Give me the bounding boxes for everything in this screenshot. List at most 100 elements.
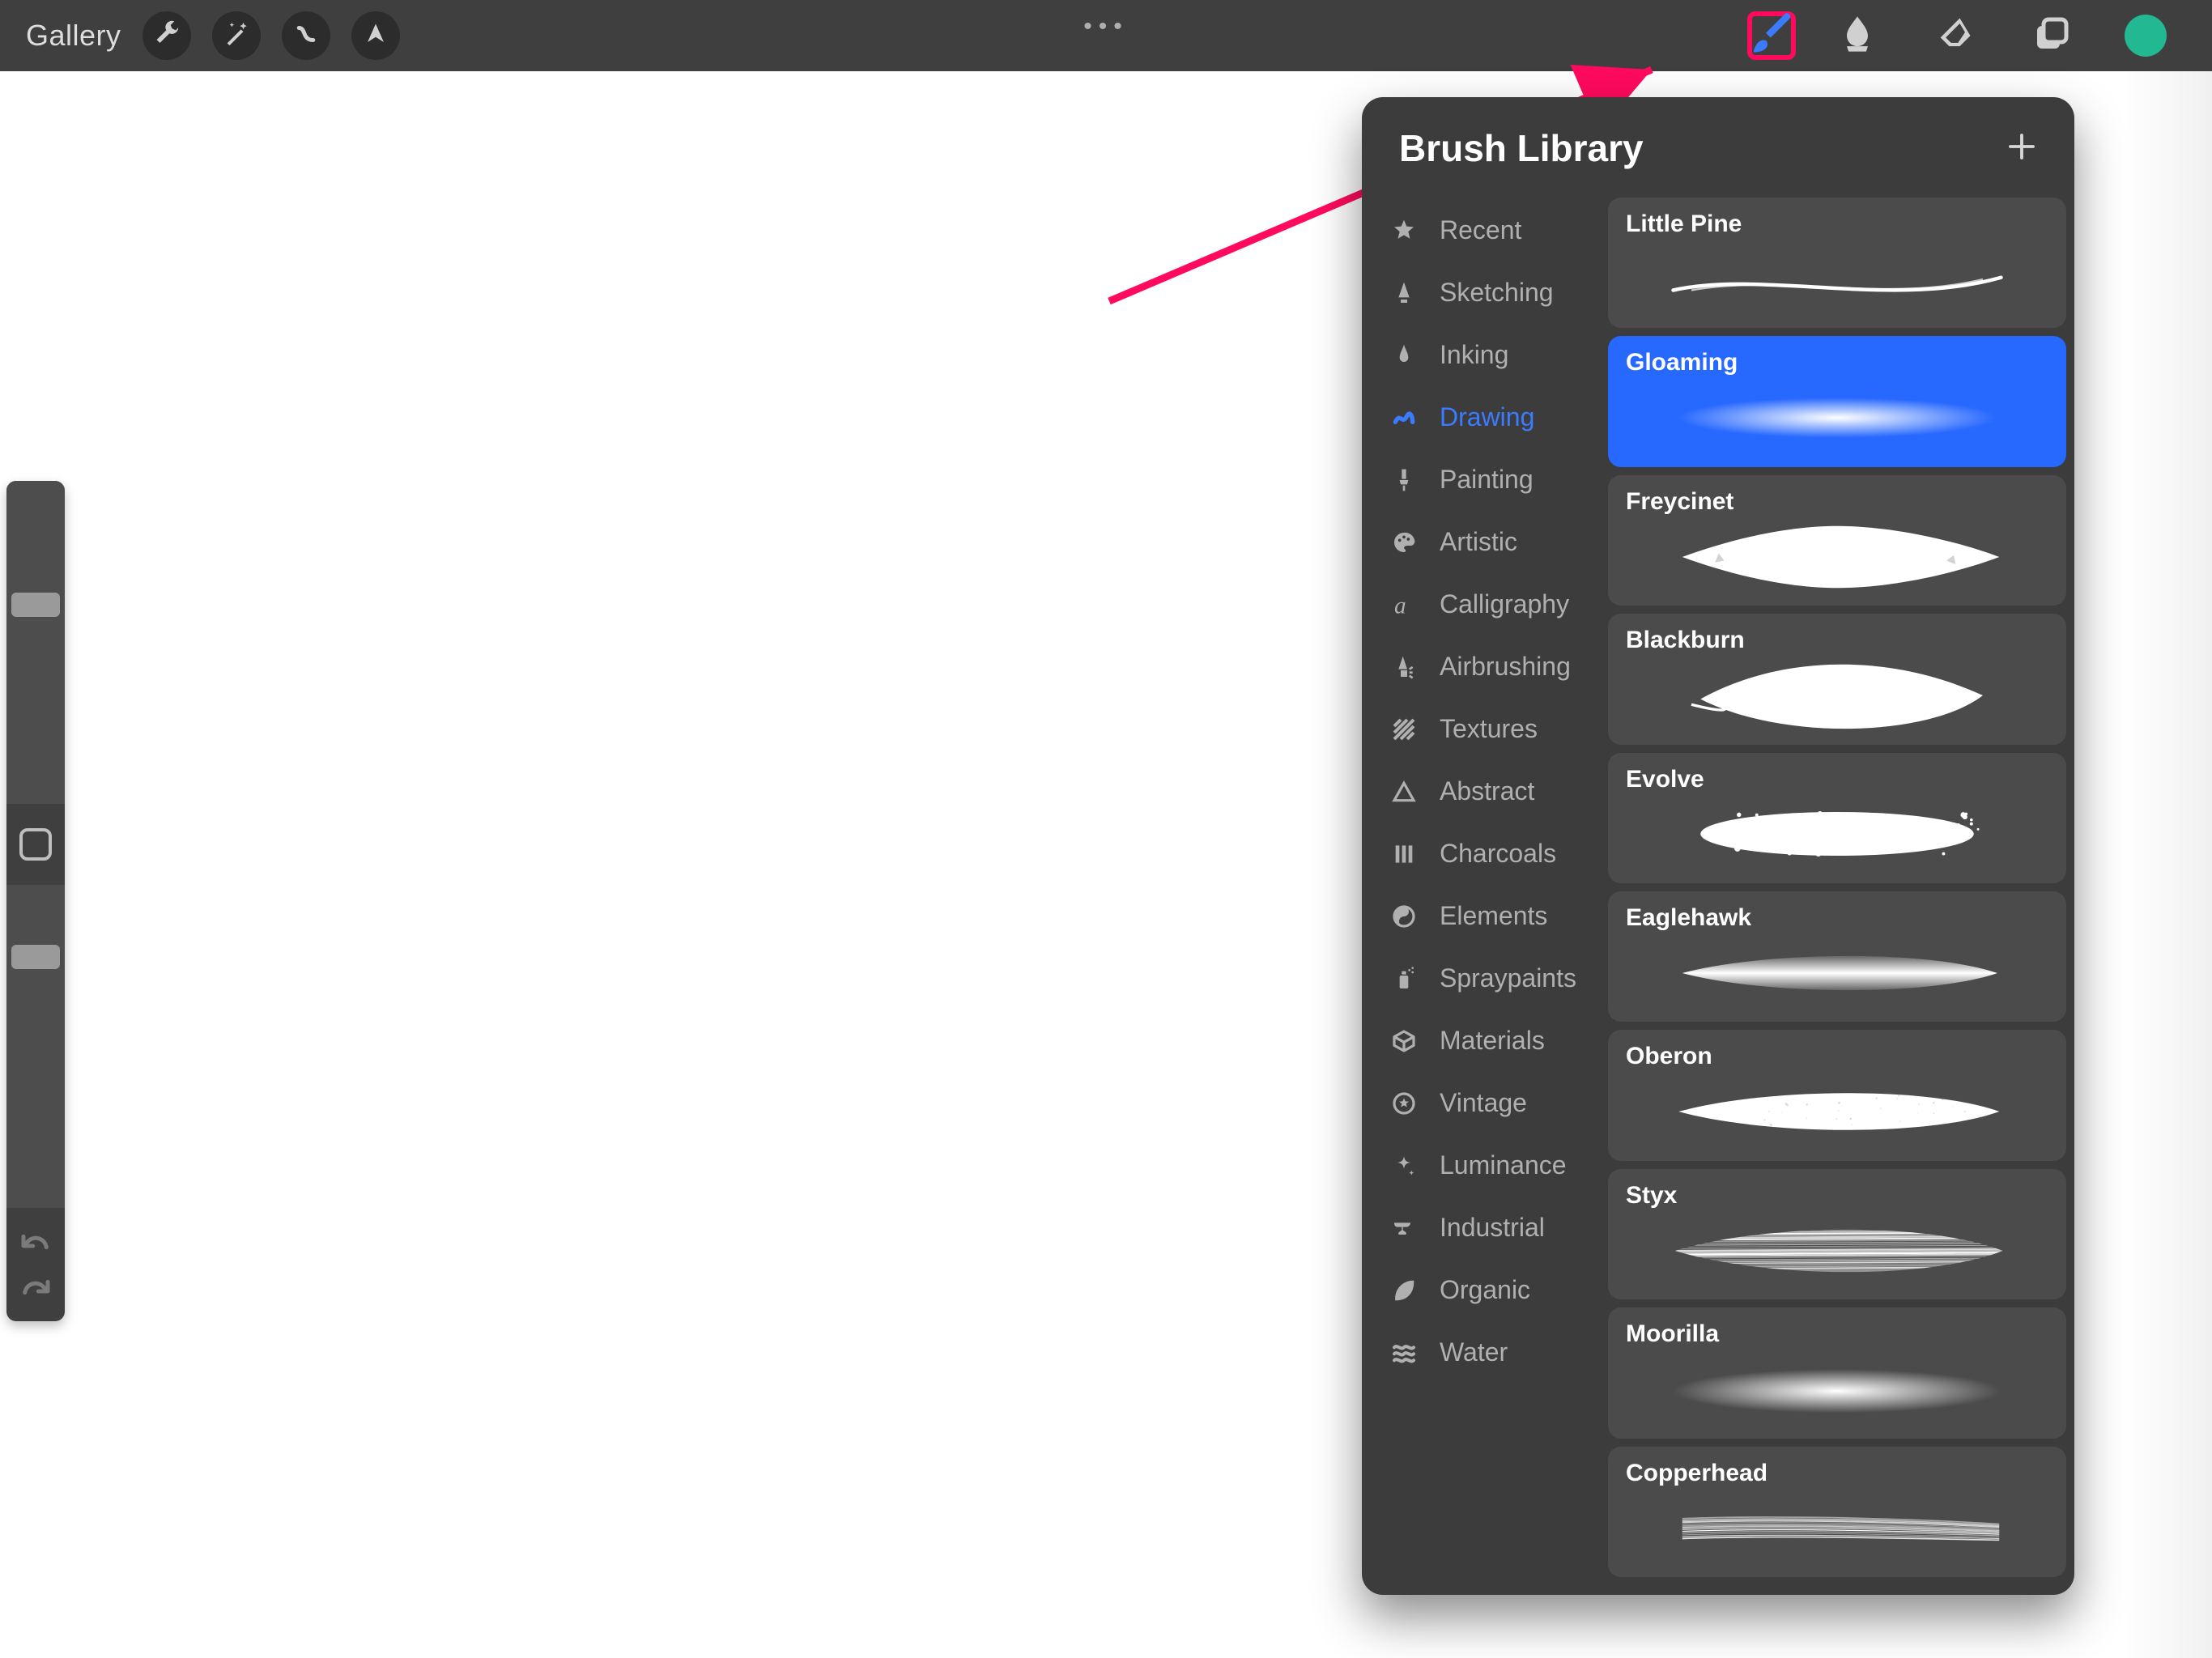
category-label: Recent xyxy=(1440,215,1521,245)
brush-eaglehawk[interactable]: Eaglehawk xyxy=(1608,891,2066,1022)
category-charcoals[interactable]: Charcoals xyxy=(1362,823,1602,885)
plus-icon xyxy=(2005,130,2039,168)
layers-icon xyxy=(2032,15,2071,57)
color-button[interactable] xyxy=(2125,15,2167,57)
brush-stroke-preview xyxy=(1626,1487,2048,1569)
category-airbrushing[interactable]: Airbrushing xyxy=(1362,636,1602,698)
anvil-icon xyxy=(1389,1214,1419,1243)
opacity-slider[interactable] xyxy=(6,885,65,1208)
category-label: Calligraphy xyxy=(1440,589,1569,619)
side-panel xyxy=(6,481,65,1321)
category-luminance[interactable]: Luminance xyxy=(1362,1134,1602,1197)
category-label: Industrial xyxy=(1440,1213,1545,1243)
square-icon xyxy=(19,828,52,861)
sparkle-icon xyxy=(1389,1151,1419,1180)
add-brush-button[interactable] xyxy=(2001,128,2042,168)
transform-button[interactable] xyxy=(351,11,400,60)
brush-category-list[interactable]: Recent Sketching Inking Drawing Painting Arti… xyxy=(1362,191,1602,1595)
brush-stroke-preview xyxy=(1626,1070,2048,1152)
eraser-tool-button[interactable] xyxy=(1930,11,1979,60)
brush-name: Little Pine xyxy=(1626,210,2048,238)
category-sketching[interactable]: Sketching xyxy=(1362,261,1602,324)
layers-button[interactable] xyxy=(2027,11,2076,60)
brush-name: Evolve xyxy=(1626,766,2048,793)
category-artistic[interactable]: Artistic xyxy=(1362,511,1602,573)
category-label: Inking xyxy=(1440,340,1508,370)
category-label: Materials xyxy=(1440,1026,1545,1056)
brush-evolve[interactable]: Evolve xyxy=(1608,753,2066,883)
modify-handle[interactable]: ••• xyxy=(1083,13,1129,40)
script-a-icon: a xyxy=(1389,590,1419,619)
undo-button[interactable] xyxy=(19,1231,52,1253)
leaf-icon xyxy=(1389,1276,1419,1305)
paint-brush-icon xyxy=(1389,466,1419,495)
brush-oberon[interactable]: Oberon xyxy=(1608,1030,2066,1160)
brush-stroke-preview xyxy=(1626,932,2048,1014)
brush-size-handle[interactable] xyxy=(11,593,60,617)
brush-gloaming[interactable]: Gloaming xyxy=(1608,336,2066,466)
brush-blackburn[interactable]: Blackburn xyxy=(1608,614,2066,744)
brush-stroke-preview xyxy=(1626,1348,2048,1430)
brush-stroke-preview xyxy=(1626,793,2048,875)
topbar: Gallery ••• xyxy=(0,0,2212,71)
category-painting[interactable]: Painting xyxy=(1362,449,1602,511)
category-label: Abstract xyxy=(1440,776,1534,806)
s-curve-icon xyxy=(294,22,318,50)
wand-icon xyxy=(223,20,250,52)
category-vintage[interactable]: Vintage xyxy=(1362,1072,1602,1134)
eraser-icon xyxy=(1933,13,1976,59)
category-label: Drawing xyxy=(1440,402,1534,432)
brush-little-pine[interactable]: Little Pine xyxy=(1608,198,2066,328)
brush-library-title: Brush Library xyxy=(1399,126,1644,170)
category-drawing[interactable]: Drawing xyxy=(1362,386,1602,449)
triangle-icon xyxy=(1389,777,1419,806)
brush-copperhead[interactable]: Copperhead xyxy=(1608,1447,2066,1577)
category-inking[interactable]: Inking xyxy=(1362,324,1602,386)
nib-icon xyxy=(1389,341,1419,370)
opacity-handle[interactable] xyxy=(11,945,60,969)
category-label: Organic xyxy=(1440,1275,1530,1305)
category-calligraphy[interactable]: a Calligraphy xyxy=(1362,573,1602,636)
brush-moorilla[interactable]: Moorilla xyxy=(1608,1307,2066,1438)
gallery-button[interactable]: Gallery xyxy=(26,19,121,53)
modify-button[interactable] xyxy=(6,804,65,885)
pencil-tip-icon xyxy=(1389,278,1419,308)
category-recent[interactable]: Recent xyxy=(1362,199,1602,261)
category-textures[interactable]: Textures xyxy=(1362,698,1602,760)
brush-name: Gloaming xyxy=(1626,349,2048,376)
brush-name: Styx xyxy=(1626,1182,2048,1209)
brush-name: Moorilla xyxy=(1626,1320,2048,1348)
brush-size-slider[interactable] xyxy=(6,481,65,804)
category-organic[interactable]: Organic xyxy=(1362,1259,1602,1321)
category-abstract[interactable]: Abstract xyxy=(1362,760,1602,823)
category-industrial[interactable]: Industrial xyxy=(1362,1197,1602,1259)
topbar-left-group: Gallery xyxy=(0,11,400,60)
airbrush-icon xyxy=(1389,653,1419,682)
brush-library-popover: Brush Library Recent Sketching Inking Drawi… xyxy=(1362,97,2074,1595)
actions-button[interactable] xyxy=(143,11,191,60)
brush-styx[interactable]: Styx xyxy=(1608,1169,2066,1299)
brush-tool-button[interactable] xyxy=(1747,11,1796,60)
category-label: Airbrushing xyxy=(1440,652,1571,682)
brush-library-body: Recent Sketching Inking Drawing Painting Arti… xyxy=(1362,191,2074,1595)
brush-name: Copperhead xyxy=(1626,1460,2048,1487)
category-elements[interactable]: Elements xyxy=(1362,885,1602,947)
selection-button[interactable] xyxy=(282,11,330,60)
category-label: Elements xyxy=(1440,901,1547,931)
brush-stroke-preview xyxy=(1626,1209,2048,1291)
category-spraypaints[interactable]: Spraypaints xyxy=(1362,947,1602,1010)
adjustments-button[interactable] xyxy=(212,11,261,60)
brush-name: Blackburn xyxy=(1626,627,2048,654)
category-label: Artistic xyxy=(1440,527,1517,557)
category-water[interactable]: Water xyxy=(1362,1321,1602,1384)
category-label: Water xyxy=(1440,1337,1508,1367)
category-label: Vintage xyxy=(1440,1088,1527,1118)
category-materials[interactable]: Materials xyxy=(1362,1010,1602,1072)
category-label: Sketching xyxy=(1440,278,1554,308)
brush-freycinet[interactable]: Freycinet xyxy=(1608,475,2066,606)
topbar-right-group xyxy=(1759,11,2212,60)
smudge-tool-button[interactable] xyxy=(1833,11,1882,60)
redo-button[interactable] xyxy=(19,1276,52,1299)
yinyang-icon xyxy=(1389,902,1419,931)
brush-list[interactable]: Little Pine Gloaming Freycinet Blackburn Evo… xyxy=(1602,191,2074,1595)
